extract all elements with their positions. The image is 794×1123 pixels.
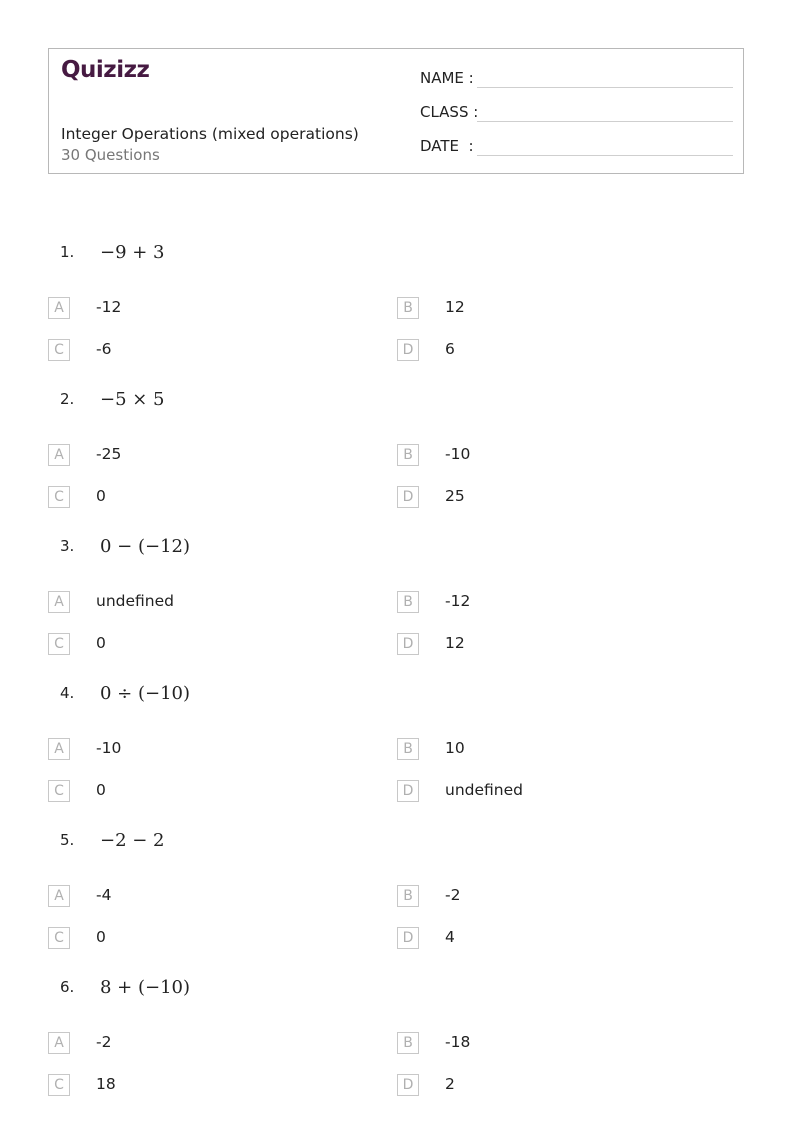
option-letter-box: A — [48, 738, 70, 760]
question-expression: 0 − (−12) — [100, 536, 191, 557]
option-text: 0 — [96, 928, 106, 946]
option-text: 18 — [96, 1075, 116, 1093]
worksheet-header: Quizizz Integer Operations (mixed operat… — [48, 48, 744, 174]
option-text: undefined — [96, 592, 174, 610]
option-text: 0 — [96, 634, 106, 652]
option-letter-box: B — [397, 738, 419, 760]
option-letter-box: A — [48, 591, 70, 613]
question-number: 3. — [60, 537, 75, 555]
option-text: -12 — [445, 592, 471, 610]
question-number: 6. — [60, 978, 75, 996]
option-letter-box: B — [397, 885, 419, 907]
name-field[interactable]: NAME : — [420, 69, 733, 88]
option-text: -25 — [96, 445, 122, 463]
class-field[interactable]: CLASS : — [420, 103, 733, 122]
question-number: 4. — [60, 684, 75, 702]
option-text: 6 — [445, 340, 455, 358]
question-expression: −5 × 5 — [100, 389, 165, 410]
name-label: NAME : — [420, 69, 474, 87]
option-letter-box: B — [397, 591, 419, 613]
question-expression: 0 ÷ (−10) — [100, 683, 191, 704]
question-number: 1. — [60, 243, 75, 261]
option-text: 0 — [96, 487, 106, 505]
option-text: 2 — [445, 1075, 455, 1093]
option-letter-box: C — [48, 780, 70, 802]
option-text: -12 — [96, 298, 122, 316]
question-expression: −2 − 2 — [100, 830, 165, 851]
option-letter-box: D — [397, 486, 419, 508]
option-letter-box: B — [397, 1032, 419, 1054]
question-number: 5. — [60, 831, 75, 849]
option-text: 10 — [445, 739, 465, 757]
quizizz-logo: Quizizz — [61, 57, 150, 83]
option-letter-box: D — [397, 780, 419, 802]
option-letter-box: C — [48, 486, 70, 508]
date-line — [477, 155, 733, 156]
option-letter-box: B — [397, 444, 419, 466]
question-expression: 8 + (−10) — [100, 977, 191, 998]
option-text: -6 — [96, 340, 112, 358]
class-line — [477, 121, 733, 122]
option-text: -2 — [96, 1033, 112, 1051]
date-label: DATE : — [420, 137, 474, 155]
option-text: -18 — [445, 1033, 471, 1051]
option-text: 4 — [445, 928, 455, 946]
option-letter-box: C — [48, 339, 70, 361]
option-letter-box: D — [397, 927, 419, 949]
option-letter-box: D — [397, 633, 419, 655]
option-text: -10 — [96, 739, 122, 757]
option-text: 25 — [445, 487, 465, 505]
option-letter-box: C — [48, 633, 70, 655]
option-letter-box: D — [397, 1074, 419, 1096]
option-letter-box: A — [48, 297, 70, 319]
worksheet-title: Integer Operations (mixed operations) — [61, 125, 359, 143]
option-text: -10 — [445, 445, 471, 463]
option-letter-box: B — [397, 297, 419, 319]
question-number: 2. — [60, 390, 75, 408]
option-letter-box: C — [48, 1074, 70, 1096]
option-letter-box: A — [48, 885, 70, 907]
option-letter-box: C — [48, 927, 70, 949]
class-label: CLASS : — [420, 103, 479, 121]
question-expression: −9 + 3 — [100, 242, 165, 263]
option-letter-box: D — [397, 339, 419, 361]
name-line — [477, 87, 733, 88]
option-text: undefined — [445, 781, 523, 799]
option-letter-box: A — [48, 1032, 70, 1054]
option-text: 12 — [445, 634, 465, 652]
option-text: 12 — [445, 298, 465, 316]
date-field[interactable]: DATE : — [420, 137, 733, 156]
option-text: 0 — [96, 781, 106, 799]
question-count: 30 Questions — [61, 146, 160, 164]
option-letter-box: A — [48, 444, 70, 466]
option-text: -4 — [96, 886, 112, 904]
option-text: -2 — [445, 886, 461, 904]
